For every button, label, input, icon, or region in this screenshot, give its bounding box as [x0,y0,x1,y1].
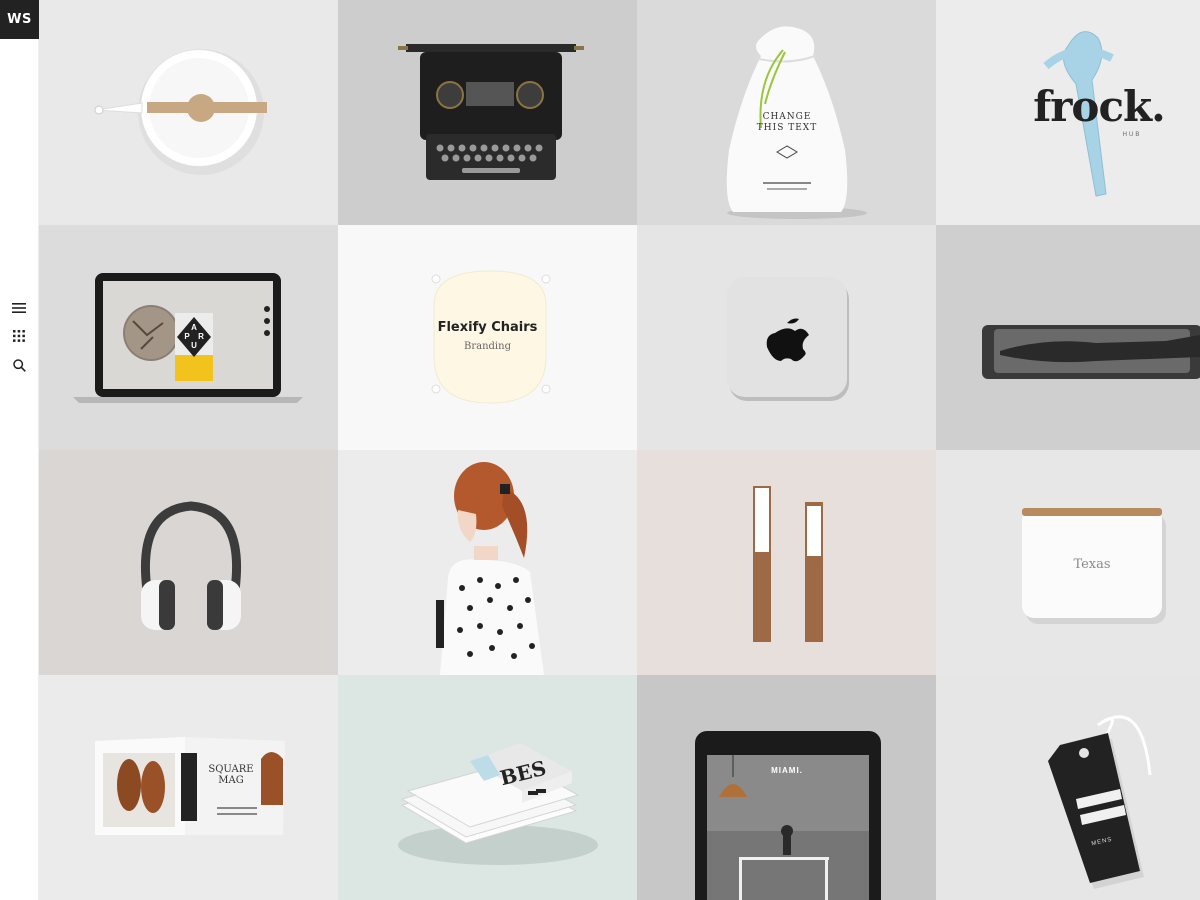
laptop-letter-p: P [184,332,190,341]
laptop-letter-r: R [198,332,204,341]
magazine-line2: MAG [218,775,244,786]
frock-sub: HUB [1122,132,1142,138]
tag-image [1048,715,1152,889]
laptop-letter-u: U [191,341,197,350]
tablet-label: MIAMI. [771,766,803,775]
portfolio-item-typewriter[interactable] [338,0,637,225]
logo[interactable]: WS [0,0,39,39]
portfolio-item-mac-mini[interactable] [637,225,936,450]
magazine-title: SQUARE MAG [199,764,263,786]
bag-text-line2: THIS TEXT [756,123,818,133]
tubes-image [753,486,823,642]
chair-category[interactable]: Branding [338,341,637,352]
portfolio-item-bag[interactable]: CHANGE THIS TEXT [637,0,936,225]
logo-text: WS [7,12,32,27]
bag-text: CHANGE THIS TEXT [737,112,837,134]
grid-icon[interactable] [9,326,29,346]
portfolio-item-tablet[interactable]: MIAMI. [637,675,936,900]
portfolio-item-kettle[interactable] [39,0,338,225]
menu-icon[interactable] [9,298,29,318]
portfolio-item-box[interactable]: Texas [936,450,1200,675]
typewriter-image [398,44,584,180]
portfolio-item-headphones[interactable] [39,450,338,675]
stapler-image [982,325,1200,379]
chair-title[interactable]: Flexify Chairs [338,320,637,335]
sidebar: WS [0,0,39,900]
portfolio-item-books[interactable]: BES [338,675,637,900]
magazine-line1: SQUARE [208,764,254,775]
kettle-image [94,49,267,175]
headphones-image [140,501,242,630]
portfolio-item-laptop[interactable]: A P R U [39,225,338,450]
girl-image [436,462,544,675]
frock-brand: frock. [1033,82,1166,131]
mac-mini-image [727,277,849,401]
books-image [398,743,598,865]
tablet-image [695,731,881,900]
portfolio-item-stapler[interactable] [936,225,1200,450]
box-label: Texas [1073,557,1111,572]
bag-text-line1: CHANGE [762,112,812,122]
portfolio-item-tag[interactable]: MENS [936,675,1200,900]
search-icon[interactable] [9,355,29,375]
laptop-letter-a: A [191,323,197,332]
portfolio-item-chair[interactable]: Flexify Chairs Branding [338,225,637,450]
magazine-image [95,737,285,835]
chair-image [431,270,551,404]
portfolio-grid: CHANGE THIS TEXT frock. HUB A P R U Flex… [39,0,1200,900]
portfolio-item-magazine[interactable]: SQUARE MAG [39,675,338,900]
portfolio-item-tubes[interactable] [637,450,936,675]
portfolio-item-frock[interactable]: frock. HUB [936,0,1200,225]
portfolio-item-girl[interactable] [338,450,637,675]
